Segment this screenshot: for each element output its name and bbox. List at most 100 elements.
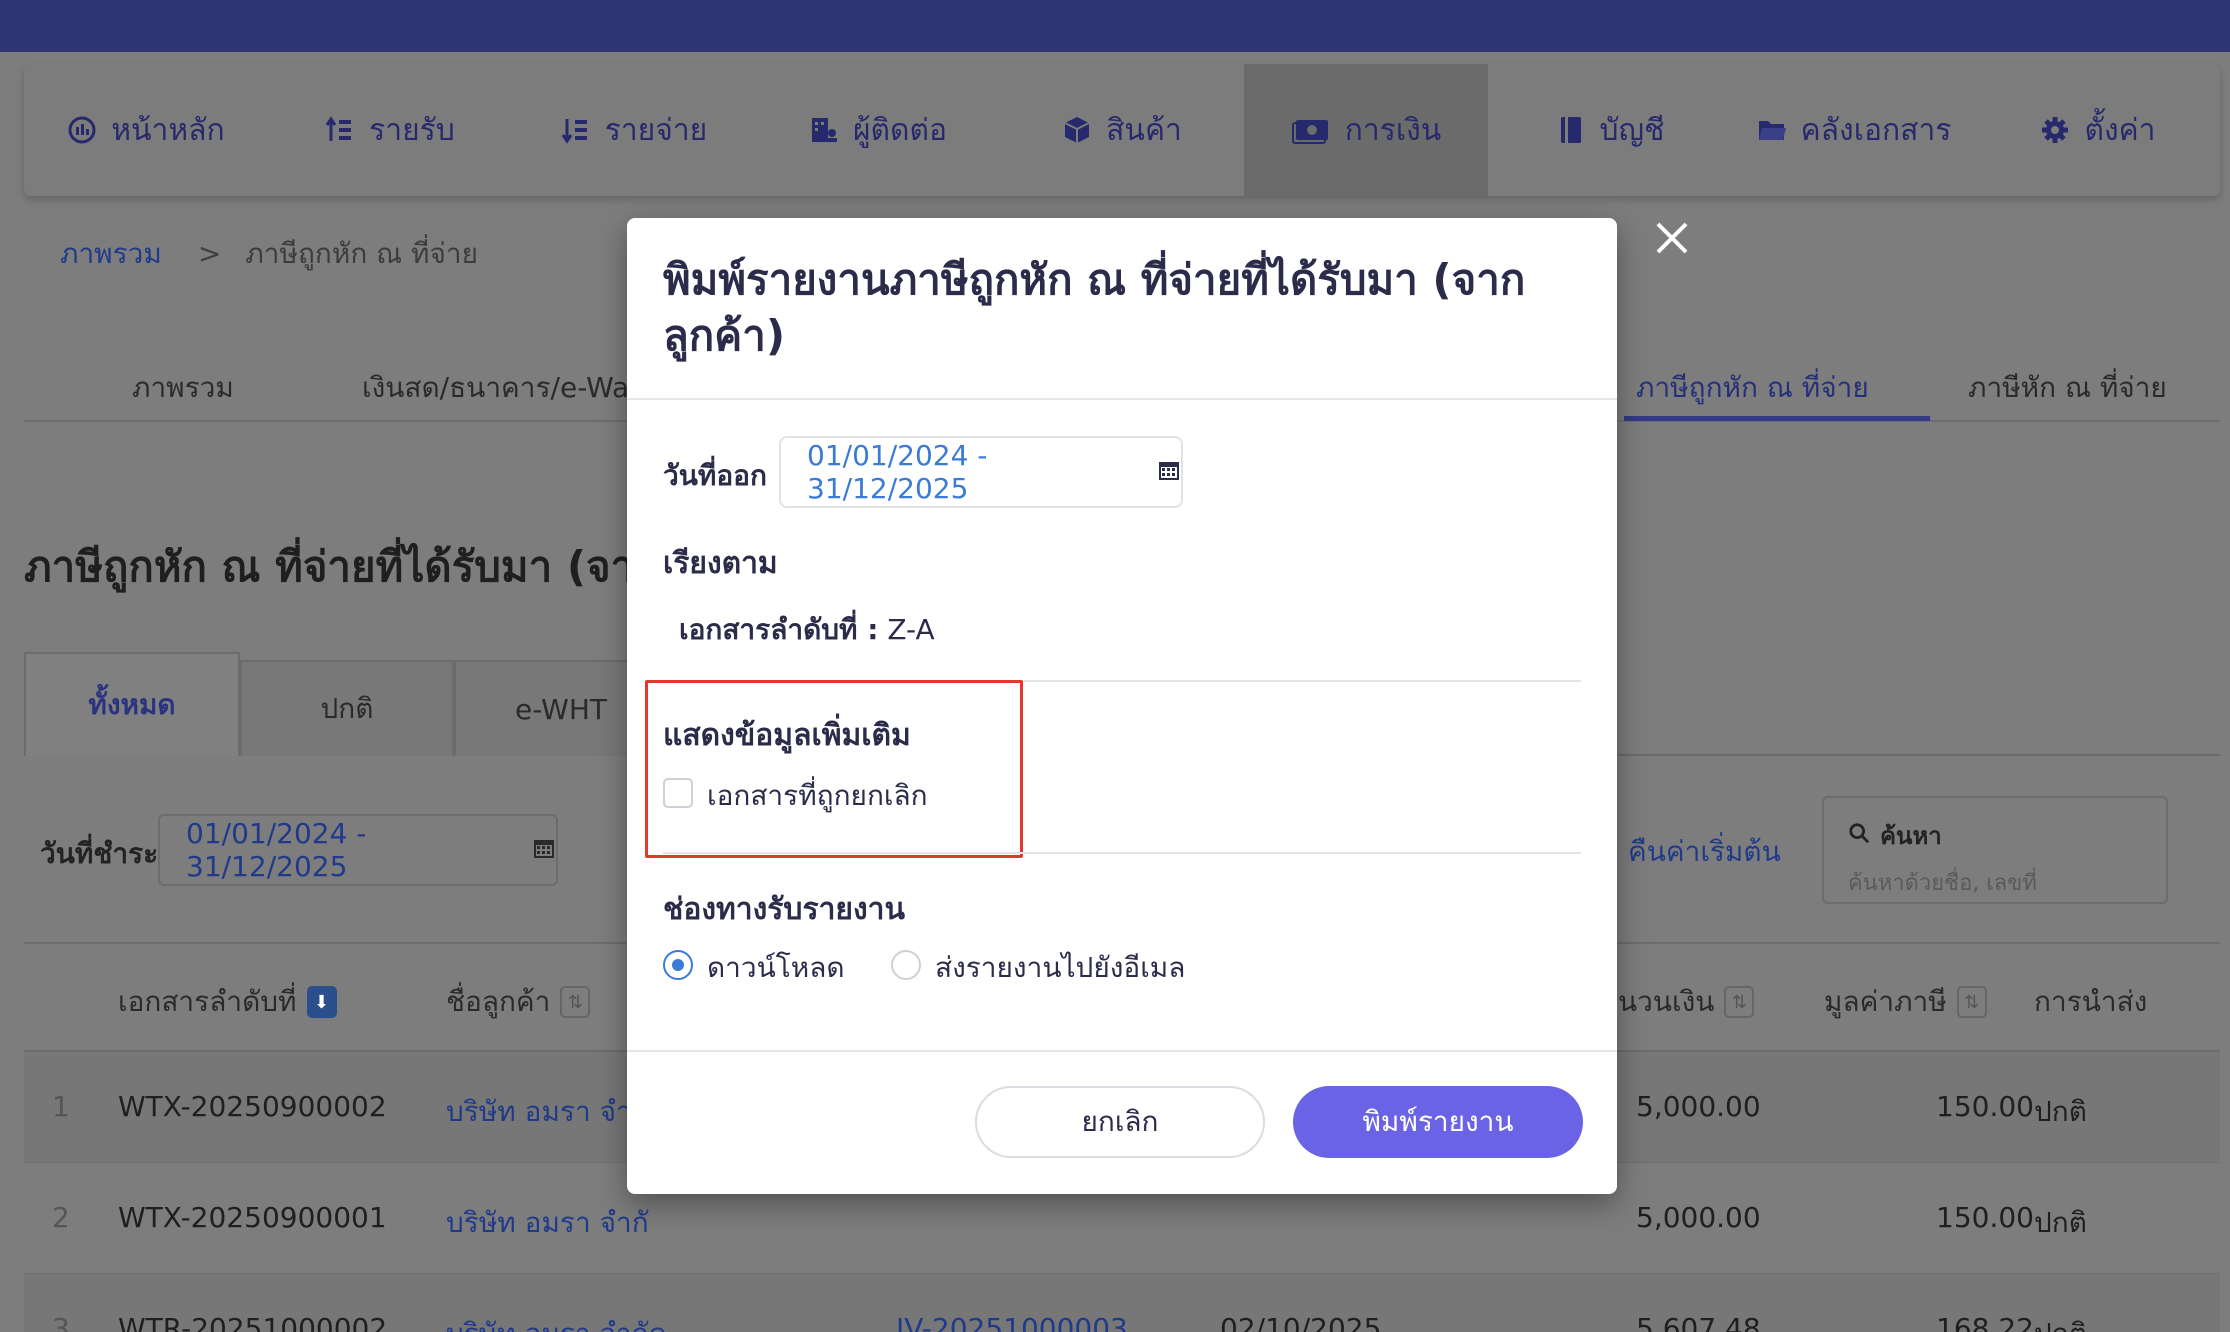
modal-header-divider xyxy=(627,398,1617,400)
row-number: 2 xyxy=(52,1201,70,1234)
contacts-icon xyxy=(809,115,839,145)
active-tab-indicator xyxy=(1624,416,1930,421)
nav-label: หน้าหลัก xyxy=(111,112,225,148)
nav-item-finance[interactable]: การเงิน xyxy=(1244,64,1488,196)
breadcrumb-current: ภาษีถูกหัก ณ ที่จ่าย xyxy=(245,237,479,270)
email-label[interactable]: ส่งรายงานไปยังอีเมล xyxy=(935,946,1185,990)
email-radio[interactable] xyxy=(891,950,921,980)
submit-type: ปกติ xyxy=(2034,1312,2087,1332)
nav-label: รายรับ xyxy=(369,112,455,148)
nav-item-settings[interactable]: ตั้งค่า xyxy=(1976,64,2220,196)
cancelled-docs-label[interactable]: เอกสารที่ถูกยกเลิก xyxy=(707,774,928,818)
expense-icon xyxy=(561,115,591,145)
th-label: ชื่อลูกค้า xyxy=(446,985,551,1018)
issue-date-picker[interactable]: 01/01/2024 - 31/12/2025 xyxy=(779,436,1183,508)
reset-filters-link[interactable]: คืนค่าเริ่มต้น xyxy=(1628,830,1781,874)
sort-icon[interactable]: ⇅ xyxy=(1724,986,1755,1018)
th-amount[interactable]: นวนเงิน ⇅ xyxy=(1618,980,1755,1024)
calendar-icon xyxy=(1157,456,1181,489)
highlight-box xyxy=(645,680,1023,858)
table-row[interactable]: 3 WTR-20251000002 บริษัท อมรา จำกัด IV-2… xyxy=(24,1274,2220,1332)
search-placeholder: ค้นหาด้วยชื่อ, เลขที่ xyxy=(1848,871,2037,896)
nav-item-documents[interactable]: คลังเอกสาร xyxy=(1732,64,1976,196)
page-title: ภาษีถูกหัก ณ ที่จ่ายที่ได้รับมา (จาก xyxy=(24,542,660,591)
subtab-wht-received[interactable]: ภาษีถูกหัก ณ ที่จ่าย xyxy=(1636,366,1869,410)
download-radio[interactable] xyxy=(663,950,693,980)
calendar-icon xyxy=(532,834,556,867)
doc-number[interactable]: WTR-20251000002 xyxy=(118,1312,387,1332)
search-box[interactable]: ค้นหา ค้นหาด้วยชื่อ, เลขที่ xyxy=(1822,796,2168,904)
breadcrumb-separator: > xyxy=(197,237,222,270)
modal-footer-divider xyxy=(627,1050,1617,1052)
th-label: การนำส่ง xyxy=(2034,985,2148,1018)
main-nav: หน้าหลัก รายรับ รายจ่าย ผู้ติดต่อ สินค้า… xyxy=(24,64,2220,196)
section-divider xyxy=(663,852,1581,854)
customer-link[interactable]: บริษัท อมรา จำกั xyxy=(446,1090,649,1134)
doc-number[interactable]: WTX-20250900002 xyxy=(118,1090,387,1123)
modal-title: พิมพ์รายงานภาษีถูกหัก ณ ที่จ่ายที่ได้รับ… xyxy=(663,255,1526,360)
dashboard-icon xyxy=(67,115,97,145)
th-doc-no[interactable]: เอกสารลำดับที่ ⬇ xyxy=(118,980,337,1024)
breadcrumb: ภาพรวม > ภาษีถูกหัก ณ ที่จ่าย xyxy=(60,232,478,276)
subtab-overview[interactable]: ภาพรวม xyxy=(132,366,234,410)
nav-label: รายจ่าย xyxy=(604,112,708,148)
issue-date-label: วันที่ออก xyxy=(663,459,767,492)
box-icon xyxy=(1062,115,1092,145)
print-report-modal: พิมพ์รายงานภาษีถูกหัก ณ ที่จ่ายที่ได้รับ… xyxy=(627,218,1617,1194)
subtab-wht-paid[interactable]: ภาษีหัก ณ ที่จ่าย xyxy=(1968,366,2167,410)
sort-heading: เรียงตาม xyxy=(663,546,778,581)
breadcrumb-root-link[interactable]: ภาพรวม xyxy=(60,237,162,270)
nav-item-contacts[interactable]: ผู้ติดต่อ xyxy=(756,64,1000,196)
sort-icon[interactable]: ⇅ xyxy=(560,986,591,1018)
amount: 5,000.00 xyxy=(1636,1201,1761,1234)
invoice-ref-link[interactable]: IV-20251000003 xyxy=(896,1312,1128,1332)
issue-date-value: 01/01/2024 - 31/12/2025 xyxy=(807,439,988,505)
cancel-button[interactable]: ยกเลิก xyxy=(975,1086,1265,1158)
download-label[interactable]: ดาวน์โหลด xyxy=(707,946,845,990)
nav-item-dashboard[interactable]: หน้าหลัก xyxy=(24,64,268,196)
amount: 5,607.48 xyxy=(1636,1312,1761,1332)
tax-amount: 150.00 xyxy=(1936,1201,2034,1234)
sort-desc-icon[interactable]: ⬇ xyxy=(306,986,337,1018)
th-label: นวนเงิน xyxy=(1618,985,1715,1018)
pay-date-label: วันที่ชำระ xyxy=(40,837,159,870)
nav-item-income[interactable]: รายรับ xyxy=(268,64,512,196)
sort-value: Z-A xyxy=(878,613,935,646)
sort-icon[interactable]: ⇅ xyxy=(1956,986,1987,1018)
search-icon xyxy=(1848,822,1870,850)
nav-label: คลังเอกสาร xyxy=(1800,112,1952,148)
row-number: 1 xyxy=(52,1090,70,1123)
pay-date-picker[interactable]: 01/01/2024 - 31/12/2025 xyxy=(158,814,558,886)
cancelled-docs-checkbox[interactable] xyxy=(663,778,693,808)
th-submit: การนำส่ง xyxy=(2034,980,2147,1024)
tax-amount: 150.00 xyxy=(1936,1090,2034,1123)
top-strip xyxy=(0,0,2230,52)
sort-key: เอกสารลำดับที่ : xyxy=(679,613,879,646)
channel-heading: ช่องทางรับรายงาน xyxy=(663,892,905,927)
nav-item-expense[interactable]: รายจ่าย xyxy=(512,64,756,196)
doc-number[interactable]: WTX-20250900001 xyxy=(118,1201,387,1234)
th-tax[interactable]: มูลค่าภาษี ⇅ xyxy=(1824,980,1987,1024)
nav-label: บัญชี xyxy=(1599,112,1665,148)
close-icon[interactable] xyxy=(1652,218,1692,258)
nav-label: การเงิน xyxy=(1344,112,1442,148)
nav-label: ผู้ติดต่อ xyxy=(852,112,948,148)
th-customer[interactable]: ชื่อลูกค้า ⇅ xyxy=(446,980,591,1024)
ledger-icon xyxy=(1556,115,1586,145)
amount: 5,000.00 xyxy=(1636,1090,1761,1123)
nav-item-accounting[interactable]: บัญชี xyxy=(1488,64,1732,196)
search-label: ค้นหา xyxy=(1880,822,1942,850)
print-report-button[interactable]: พิมพ์รายงาน xyxy=(1293,1086,1583,1158)
sort-setting: เอกสารลำดับที่ : Z-A xyxy=(679,608,935,652)
th-label: เอกสารลำดับที่ xyxy=(118,985,297,1018)
filter-tab-all[interactable]: ทั้งหมด xyxy=(24,652,240,756)
pay-date-value: 01/01/2024 - 31/12/2025 xyxy=(186,817,367,883)
filter-tab-normal[interactable]: ปกติ xyxy=(240,660,454,756)
th-label: มูลค่าภาษี xyxy=(1824,985,1947,1018)
extra-info-heading: แสดงข้อมูลเพิ่มเติม xyxy=(663,718,911,753)
customer-link[interactable]: บริษัท อมรา จำกัด xyxy=(446,1312,667,1332)
nav-item-products[interactable]: สินค้า xyxy=(1000,64,1244,196)
customer-link[interactable]: บริษัท อมรา จำกั xyxy=(446,1201,649,1245)
submit-type: ปกติ xyxy=(2034,1206,2087,1239)
gear-icon xyxy=(2040,115,2070,145)
